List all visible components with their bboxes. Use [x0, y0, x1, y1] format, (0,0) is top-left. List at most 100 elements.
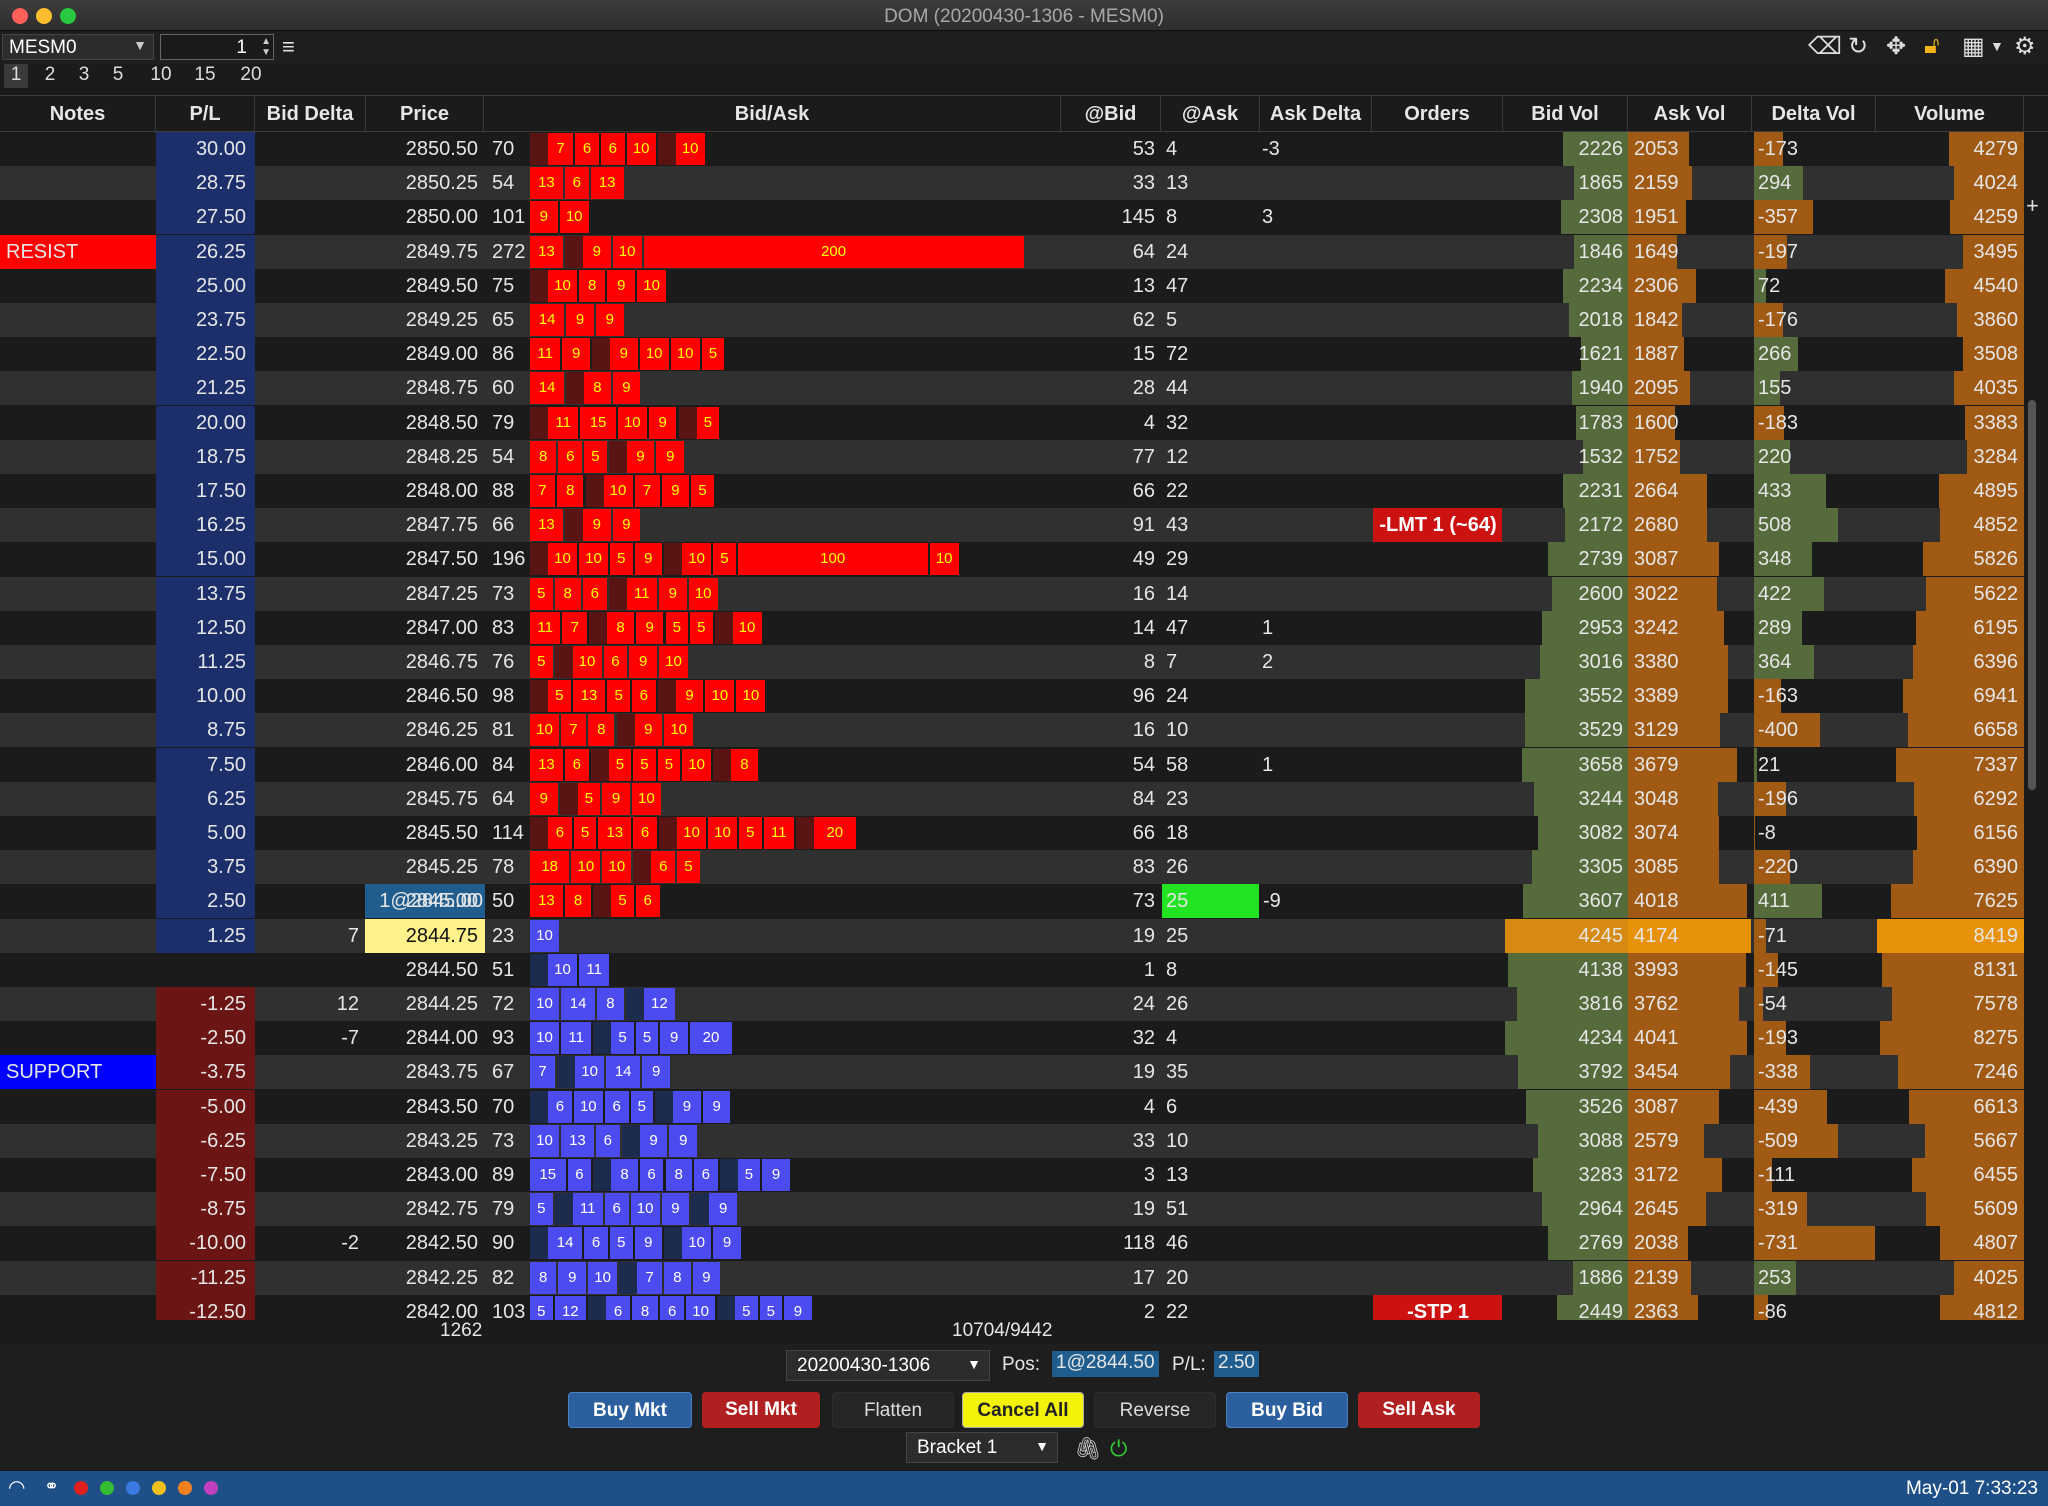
bidask-cell[interactable]: 6: [558, 441, 583, 473]
pl-value[interactable]: [156, 953, 246, 987]
delta-vol-value[interactable]: -8: [1758, 816, 1776, 850]
price-value[interactable]: 2850.00: [366, 200, 478, 234]
dom-row[interactable]: 15.00 2847.50 196 10 10 5 9 10 5 100 10 49 29 2739 308…: [0, 542, 2024, 576]
at-bid-value[interactable]: 2: [1061, 1295, 1155, 1320]
dom-row[interactable]: 3.75 2845.25 78 18 10 10 6 5 83 26 3305 3085 -220 639…: [0, 850, 2024, 884]
bidask-cell[interactable]: 8: [665, 1159, 692, 1191]
bidask-cell[interactable]: 10: [530, 1125, 559, 1157]
ask-vol-value[interactable]: 1842: [1634, 303, 1679, 337]
bidask-total[interactable]: 60: [492, 371, 514, 405]
bid-vol-value[interactable]: 1621: [1503, 337, 1624, 371]
pl-value[interactable]: -10.00: [156, 1226, 246, 1260]
bid-vol-value[interactable]: 3082: [1503, 816, 1624, 850]
at-ask-value[interactable]: 10: [1166, 1124, 1188, 1158]
ask-vol-value[interactable]: 3087: [1634, 1090, 1679, 1124]
col-bidask[interactable]: Bid/Ask: [484, 96, 1061, 132]
stepper-arrows-icon[interactable]: ▲ ▼: [261, 36, 271, 58]
price-value[interactable]: 2847.00: [366, 611, 478, 645]
bidask-cell[interactable]: 8: [584, 372, 611, 404]
at-ask-value[interactable]: 51: [1166, 1192, 1188, 1226]
delta-vol-value[interactable]: 220: [1758, 440, 1791, 474]
bidask-cell[interactable]: 9: [558, 1262, 587, 1294]
pl-value[interactable]: -5.00: [156, 1090, 246, 1124]
volume-value[interactable]: 3284: [1876, 440, 2019, 474]
at-ask-value[interactable]: 44: [1166, 371, 1188, 405]
delta-vol-value[interactable]: 348: [1758, 542, 1791, 576]
price-value[interactable]: 2847.75: [366, 508, 478, 542]
delta-vol-value[interactable]: -54: [1758, 987, 1787, 1021]
volume-value[interactable]: 4812: [1876, 1295, 2019, 1320]
bidask-cell[interactable]: 11: [530, 338, 561, 370]
bid-vol-value[interactable]: 3016: [1503, 645, 1624, 679]
ask-vol-value[interactable]: 3022: [1634, 577, 1679, 611]
bidask-total[interactable]: 98: [492, 679, 514, 713]
lock-open-icon[interactable]: 🔓︎: [1924, 32, 1940, 60]
layout-icon[interactable]: ▦: [1962, 32, 1985, 61]
bidask-cell[interactable]: 9: [607, 270, 636, 302]
at-ask-value[interactable]: 22: [1166, 474, 1188, 508]
bid-delta-value[interactable]: -7: [255, 1021, 359, 1055]
at-bid-value[interactable]: 1: [1061, 953, 1155, 987]
price-value[interactable]: 2844.50: [366, 953, 478, 987]
size-button[interactable]: 5: [106, 64, 130, 88]
price-value[interactable]: 2843.00: [366, 1158, 478, 1192]
ask-delta-value[interactable]: 1: [1262, 748, 1273, 782]
price-value[interactable]: 2850.50: [366, 132, 478, 166]
bidask-cell[interactable]: 5: [608, 749, 632, 781]
bid-vol-value[interactable]: 3529: [1503, 713, 1624, 747]
pl-value[interactable]: 18.75: [156, 440, 246, 474]
at-bid-value[interactable]: 62: [1061, 303, 1155, 337]
bidask-total[interactable]: 79: [492, 1192, 514, 1226]
pl-value[interactable]: 30.00: [156, 132, 246, 166]
dom-row[interactable]: -1.25 12 2844.25 72 10 14 8 12 24 26 3816 3762 -54 75…: [0, 987, 2024, 1021]
bidask-cell[interactable]: 6: [604, 1091, 629, 1123]
dom-row[interactable]: 2844.50 51 10 11 1 8 4138 3993 -145 8131: [0, 953, 2024, 987]
bidask-cell[interactable]: 10: [573, 1091, 603, 1123]
bidask-cell[interactable]: 9: [530, 783, 558, 815]
at-ask-value[interactable]: 26: [1166, 987, 1188, 1021]
at-ask-value[interactable]: 14: [1166, 577, 1188, 611]
list-menu-icon[interactable]: ≡: [282, 34, 295, 60]
bidask-cell[interactable]: 8: [597, 988, 624, 1020]
bidask-cell[interactable]: 8: [557, 475, 584, 507]
bidask-cell[interactable]: 9: [713, 1227, 741, 1259]
bidask-cell[interactable]: 12: [643, 988, 676, 1020]
bidask-cell[interactable]: 6: [584, 1227, 608, 1259]
volume-value[interactable]: 6455: [1876, 1158, 2019, 1192]
bidask-cell[interactable]: 7: [637, 1262, 663, 1294]
bidask-cell[interactable]: 5: [610, 1227, 633, 1259]
price-value[interactable]: 2844.75: [366, 919, 478, 953]
dom-row[interactable]: -5.00 2843.50 70 6 10 6 5 9 9 4 6 3526 3087 -439 6613: [0, 1090, 2024, 1124]
bidask-cell[interactable]: 5: [607, 680, 630, 712]
pl-value[interactable]: 1.25: [156, 919, 246, 953]
dom-row[interactable]: 28.75 2850.25 54 13 6 13 33 13 1865 2159 294 4024: [0, 166, 2024, 200]
volume-value[interactable]: 7246: [1876, 1055, 2019, 1089]
at-ask-value[interactable]: 5: [1166, 303, 1177, 337]
ask-vol-value[interactable]: 1887: [1634, 337, 1679, 371]
delta-vol-value[interactable]: -439: [1758, 1090, 1798, 1124]
bid-vol-value[interactable]: 3088: [1503, 1124, 1624, 1158]
at-bid-value[interactable]: 14: [1061, 611, 1155, 645]
delta-vol-value[interactable]: -197: [1758, 235, 1798, 269]
bidask-cell[interactable]: 7: [530, 475, 556, 507]
at-ask-value[interactable]: 47: [1166, 611, 1188, 645]
ask-delta-value[interactable]: 1: [1262, 611, 1273, 645]
bidask-cell[interactable]: 10: [659, 646, 688, 678]
bidask-cell[interactable]: 5: [573, 817, 597, 849]
dom-ladder[interactable]: 30.00 2850.50 70 7 6 6 10 10 53 4 -3 2226 2053 -173 42…: [0, 132, 2024, 1320]
at-bid-value[interactable]: 17: [1061, 1261, 1155, 1295]
col-ask-vol[interactable]: Ask Vol: [1628, 96, 1752, 132]
at-bid-value[interactable]: 83: [1061, 850, 1155, 884]
bidask-cell[interactable]: 9: [566, 304, 594, 336]
bidask-cell[interactable]: 5: [759, 1296, 783, 1320]
flatten-button[interactable]: Flatten: [832, 1392, 954, 1428]
bidask-cell[interactable]: 9: [660, 1022, 688, 1054]
at-bid-value[interactable]: 19: [1061, 1055, 1155, 1089]
ask-delta-value[interactable]: 3: [1262, 200, 1273, 234]
bidask-cell[interactable]: 9: [648, 407, 677, 439]
pl-value[interactable]: 21.25: [156, 371, 246, 405]
bidask-cell[interactable]: 5: [633, 749, 656, 781]
bidask-cell[interactable]: 11: [561, 1022, 592, 1054]
bidask-cell[interactable]: 20: [690, 1022, 732, 1054]
bidask-cell[interactable]: 9: [582, 236, 611, 268]
